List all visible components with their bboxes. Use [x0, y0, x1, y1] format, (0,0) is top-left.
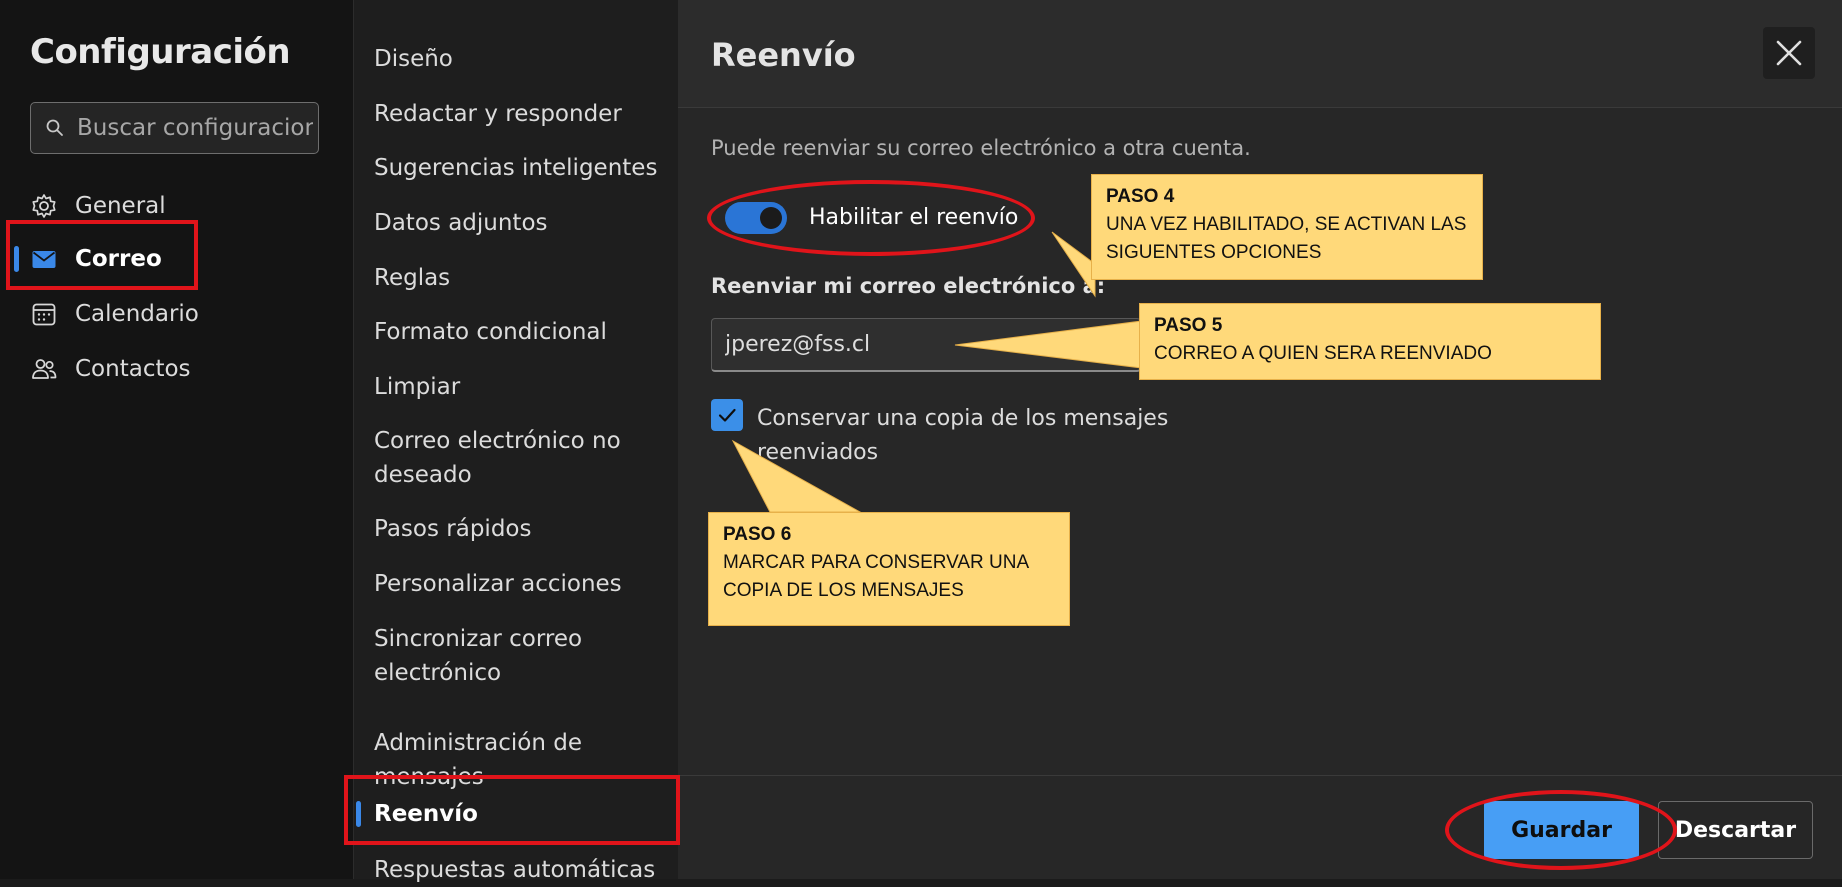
settings-title: Configuración	[30, 32, 291, 72]
callout-step-title: PASO 6	[723, 524, 792, 545]
people-icon	[30, 355, 58, 383]
forward-email-input[interactable]	[725, 319, 1125, 369]
menu-item-respuestas-automaticas[interactable]: Respuestas automáticas	[374, 853, 664, 887]
highlight-toggle	[707, 180, 1035, 256]
search-icon	[46, 119, 63, 136]
category-label: Calendario	[75, 301, 199, 327]
keep-copy-label: Conservar una copia de los mensajes reen…	[757, 406, 1169, 465]
category-label: Contactos	[75, 356, 191, 382]
gear-icon	[30, 192, 58, 220]
menu-item-correo-no-deseado[interactable]: Correo electrónico no deseado	[374, 424, 664, 492]
highlight-correo	[6, 220, 198, 290]
callout-step-text: UNA VEZ HABILITADO, SE ACTIVAN LAS SIGUE…	[1106, 214, 1467, 263]
menu-item-pasos-rapidos[interactable]: Pasos rápidos	[374, 512, 664, 546]
menu-item-limpiar[interactable]: Limpiar	[374, 370, 664, 404]
keep-copy-checkbox[interactable]	[711, 399, 743, 431]
close-icon	[1776, 40, 1802, 66]
checkmark-icon	[718, 408, 736, 422]
menu-item-sincronizar-correo[interactable]: Sincronizar correo electrónico	[374, 622, 664, 690]
callout-step-5: PASO 5 CORREO A QUIEN SERA REENVIADO	[1139, 303, 1601, 380]
menu-item-diseno[interactable]: Diseño	[374, 42, 664, 76]
highlight-save	[1445, 790, 1677, 870]
menu-item-sugerencias[interactable]: Sugerencias inteligentes	[374, 151, 664, 185]
menu-item-redactar[interactable]: Redactar y responder	[374, 97, 664, 131]
callout-step-6: PASO 6 MARCAR PARA CONSERVAR UNA COPIA D…	[708, 512, 1070, 626]
calendar-icon	[30, 300, 58, 328]
menu-item-reglas[interactable]: Reglas	[374, 261, 664, 295]
close-button[interactable]	[1763, 27, 1815, 79]
callout-step-text: MARCAR PARA CONSERVAR UNA COPIA DE LOS M…	[723, 552, 1029, 601]
category-label: General	[75, 193, 166, 219]
callout-step-4: PASO 4 UNA VEZ HABILITADO, SE ACTIVAN LA…	[1091, 174, 1483, 280]
menu-item-datos-adjuntos[interactable]: Datos adjuntos	[374, 206, 664, 240]
settings-search-box[interactable]	[30, 102, 319, 154]
callout-step-title: PASO 4	[1106, 186, 1175, 207]
callout-step-title: PASO 5	[1154, 315, 1223, 336]
highlight-reenvio	[344, 775, 680, 845]
forwarding-description: Puede reenviar su correo electrónico a o…	[711, 136, 1251, 160]
menu-item-formato-condicional[interactable]: Formato condicional	[374, 315, 664, 349]
discard-button[interactable]: Descartar	[1658, 801, 1813, 859]
menu-item-personalizar-acciones[interactable]: Personalizar acciones	[374, 567, 664, 601]
category-calendario[interactable]: Calendario	[30, 291, 250, 337]
settings-search-input[interactable]	[77, 103, 313, 153]
category-contactos[interactable]: Contactos	[30, 346, 250, 392]
forward-email-field[interactable]	[711, 318, 1141, 372]
callout-step-text: CORREO A QUIEN SERA REENVIADO	[1154, 343, 1492, 364]
forward-to-label: Reenviar mi correo electrónico a:	[711, 274, 1106, 298]
footer-divider	[678, 775, 1842, 776]
page-title: Reenvío	[711, 36, 856, 74]
